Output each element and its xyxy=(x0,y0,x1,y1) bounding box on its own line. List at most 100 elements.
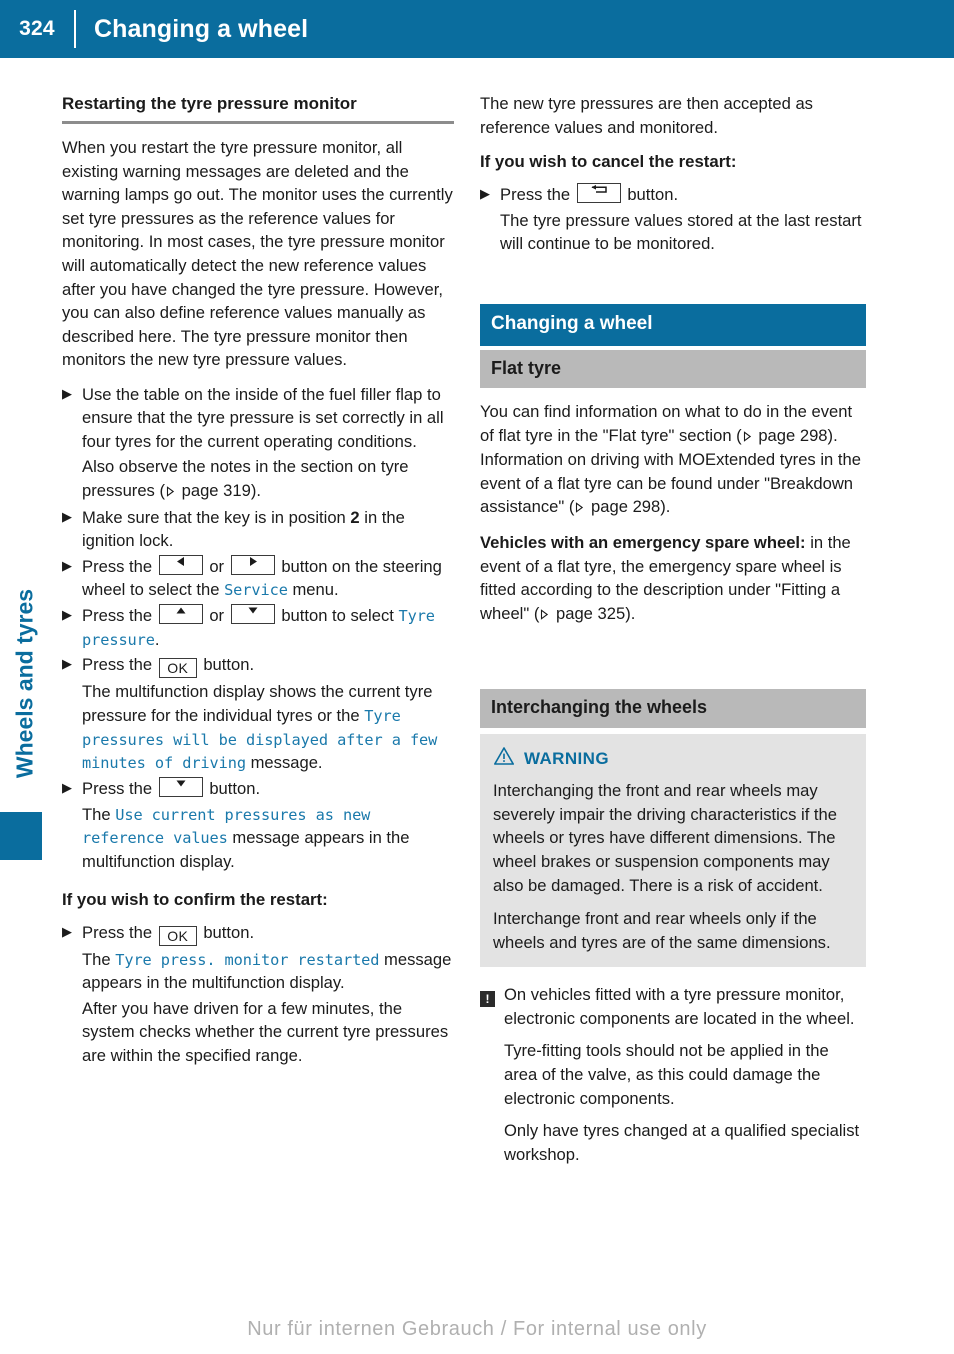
bullet-triangle-icon: ▶ xyxy=(480,185,490,201)
arrow-left-button-icon[interactable] xyxy=(158,554,203,575)
step-text-pre: Press the xyxy=(500,184,575,204)
step-text-pre: Make sure that the key is in position xyxy=(82,507,351,527)
step-text-pre: Press the xyxy=(82,605,157,625)
emergency-spare-paragraph: Vehicles with an emergency spare wheel: … xyxy=(480,531,866,626)
step-item: ▶ Press the or button on the steering wh… xyxy=(62,554,454,602)
warning-header: WARNING xyxy=(493,746,853,773)
page-number: 324 xyxy=(19,17,55,40)
step-text: Press the button. xyxy=(500,182,866,207)
back-button-icon[interactable] xyxy=(576,182,621,203)
step-text: Press the or button on the steering whee… xyxy=(82,554,454,602)
step-text-end: . xyxy=(154,629,160,649)
notice-paragraph: Only have tyres changed at a qualified s… xyxy=(504,1121,860,1164)
display-message-monitor-restarted: Tyre press. monitor restarted xyxy=(115,950,380,969)
flat-tyre-paragraph: You can find information on what to do i… xyxy=(480,400,866,520)
step-text: Press the button. xyxy=(82,777,454,801)
step-text-pre: Press the xyxy=(82,779,157,799)
warning-paragraph: Interchanging the front and rear wheels … xyxy=(493,781,837,895)
step-text-post: button. xyxy=(198,655,255,675)
chapter-side-tab-label: Wheels and tyres xyxy=(11,588,38,779)
step-note: Also observe the notes in the section on… xyxy=(82,455,454,503)
arrow-down-button-icon[interactable] xyxy=(158,777,203,798)
xref-arrow-icon xyxy=(574,496,585,520)
arrow-right-button-icon[interactable] xyxy=(230,554,275,575)
bullet-triangle-icon: ▶ xyxy=(62,557,72,573)
step-note-pre: The xyxy=(82,804,116,824)
bullet-triangle-icon: ▶ xyxy=(62,508,72,524)
step-note: The multifunction display shows the curr… xyxy=(82,680,454,775)
notice-paragraph: On vehicles fitted with a tyre pressure … xyxy=(504,985,855,1028)
key-position-value: 2 xyxy=(350,507,360,527)
page-header: 324 Changing a wheel xyxy=(0,0,954,58)
continued-paragraph: The new tyre pressures are then accepted… xyxy=(480,94,813,137)
xref-arrow-icon xyxy=(539,603,550,627)
step-text-post: button. xyxy=(198,922,255,942)
display-menu-service: Service xyxy=(224,581,288,600)
notice-paragraph: Tyre-fitting tools should not be applied… xyxy=(504,1041,829,1108)
step-item: ▶ Press the or button to select Tyre pre… xyxy=(62,603,454,651)
chapter-side-tab-marker xyxy=(0,812,42,860)
right-column: The new tyre pressures are then accepted… xyxy=(480,92,866,1166)
section-title-changing-a-wheel: Changing a wheel xyxy=(480,303,866,346)
warning-label: WARNING xyxy=(524,749,609,768)
flat-tyre-text-c: page 298). xyxy=(586,497,671,517)
footer-watermark: Nur für internen Gebrauch / For internal… xyxy=(247,1318,707,1340)
step-note-post: message. xyxy=(245,753,323,773)
exclamation-badge-icon: ! xyxy=(480,991,495,1008)
step-text-pre: Press the xyxy=(82,922,157,942)
step-item: ▶ Press the OK button. xyxy=(62,921,454,946)
step-item: ▶ Press the button. xyxy=(480,182,866,207)
step-text-post: button. xyxy=(622,184,679,204)
bullet-triangle-icon: ▶ xyxy=(62,923,72,939)
step-text-post: button. xyxy=(204,779,261,799)
xref-arrow-icon xyxy=(742,425,753,449)
step-text-pre: Press the xyxy=(82,556,157,576)
ok-button-icon[interactable]: OK xyxy=(158,925,197,946)
warning-box: WARNING Interchanging the front and rear… xyxy=(480,733,866,968)
step-text: Press the OK button. xyxy=(82,653,454,679)
chapter-side-tab: Wheels and tyres xyxy=(0,540,42,860)
heading-cancel-restart: If you wish to cancel the restart: xyxy=(480,152,737,172)
step-note: The Use current pressures as new referen… xyxy=(82,803,454,874)
emergency-spare-page: page 325). xyxy=(551,603,636,623)
step-item: ▶ Use the table on the inside of the fue… xyxy=(62,383,454,454)
step-text-post: button to select xyxy=(276,605,399,625)
ok-button-icon[interactable]: OK xyxy=(158,658,197,679)
notice-block: ! On vehicles fitted with a tyre pressur… xyxy=(480,983,866,1166)
step-item: ▶ Press the button. xyxy=(62,777,454,801)
step-text-end: menu. xyxy=(287,580,339,600)
subsection-title-flat-tyre: Flat tyre xyxy=(480,349,866,389)
warning-paragraph: Interchange front and rear wheels only i… xyxy=(493,909,831,952)
arrow-down-button-icon[interactable] xyxy=(230,603,275,624)
step-text-mid: or xyxy=(204,605,229,625)
step-item: ▶ Make sure that the key is in position … xyxy=(62,506,454,553)
notice-icon: ! xyxy=(480,983,504,1166)
step-text: Press the or button to select Tyre press… xyxy=(82,603,454,651)
step-text: Press the OK button. xyxy=(82,921,454,946)
bullet-triangle-icon: ▶ xyxy=(62,656,72,672)
heading-confirm-restart: If you wish to confirm the restart: xyxy=(62,889,328,909)
step-text: Use the table on the inside of the fuel … xyxy=(82,384,444,451)
notice-body: On vehicles fitted with a tyre pressure … xyxy=(504,983,866,1166)
section-heading-restarting: Restarting the tyre pressure monitor xyxy=(62,92,454,125)
emergency-spare-label: Vehicles with an emergency spare wheel: xyxy=(480,532,806,552)
bullet-triangle-icon: ▶ xyxy=(62,385,72,401)
step-note-pre: The xyxy=(82,949,116,969)
bullet-triangle-icon: ▶ xyxy=(62,606,72,622)
step-note-secondary: After you have driven for a few minutes,… xyxy=(82,998,449,1065)
step-note: The Tyre press. monitor restarted messag… xyxy=(82,948,454,995)
subsection-title-interchanging: Interchanging the wheels xyxy=(480,689,866,728)
xref-arrow-icon xyxy=(165,480,176,504)
warning-triangle-icon xyxy=(493,746,515,773)
step-item: ▶ Press the OK button. xyxy=(62,653,454,679)
bullet-triangle-icon: ▶ xyxy=(62,780,72,796)
step-text-mid: or xyxy=(204,556,229,576)
arrow-up-button-icon[interactable] xyxy=(158,603,203,624)
intro-paragraph: When you restart the tyre pressure monit… xyxy=(62,138,453,370)
page-title: Changing a wheel xyxy=(94,14,309,43)
left-column: Restarting the tyre pressure monitor Whe… xyxy=(62,92,454,1070)
step-note: The tyre pressure values stored at the l… xyxy=(500,210,862,254)
step-note-page: page 319). xyxy=(177,481,261,500)
